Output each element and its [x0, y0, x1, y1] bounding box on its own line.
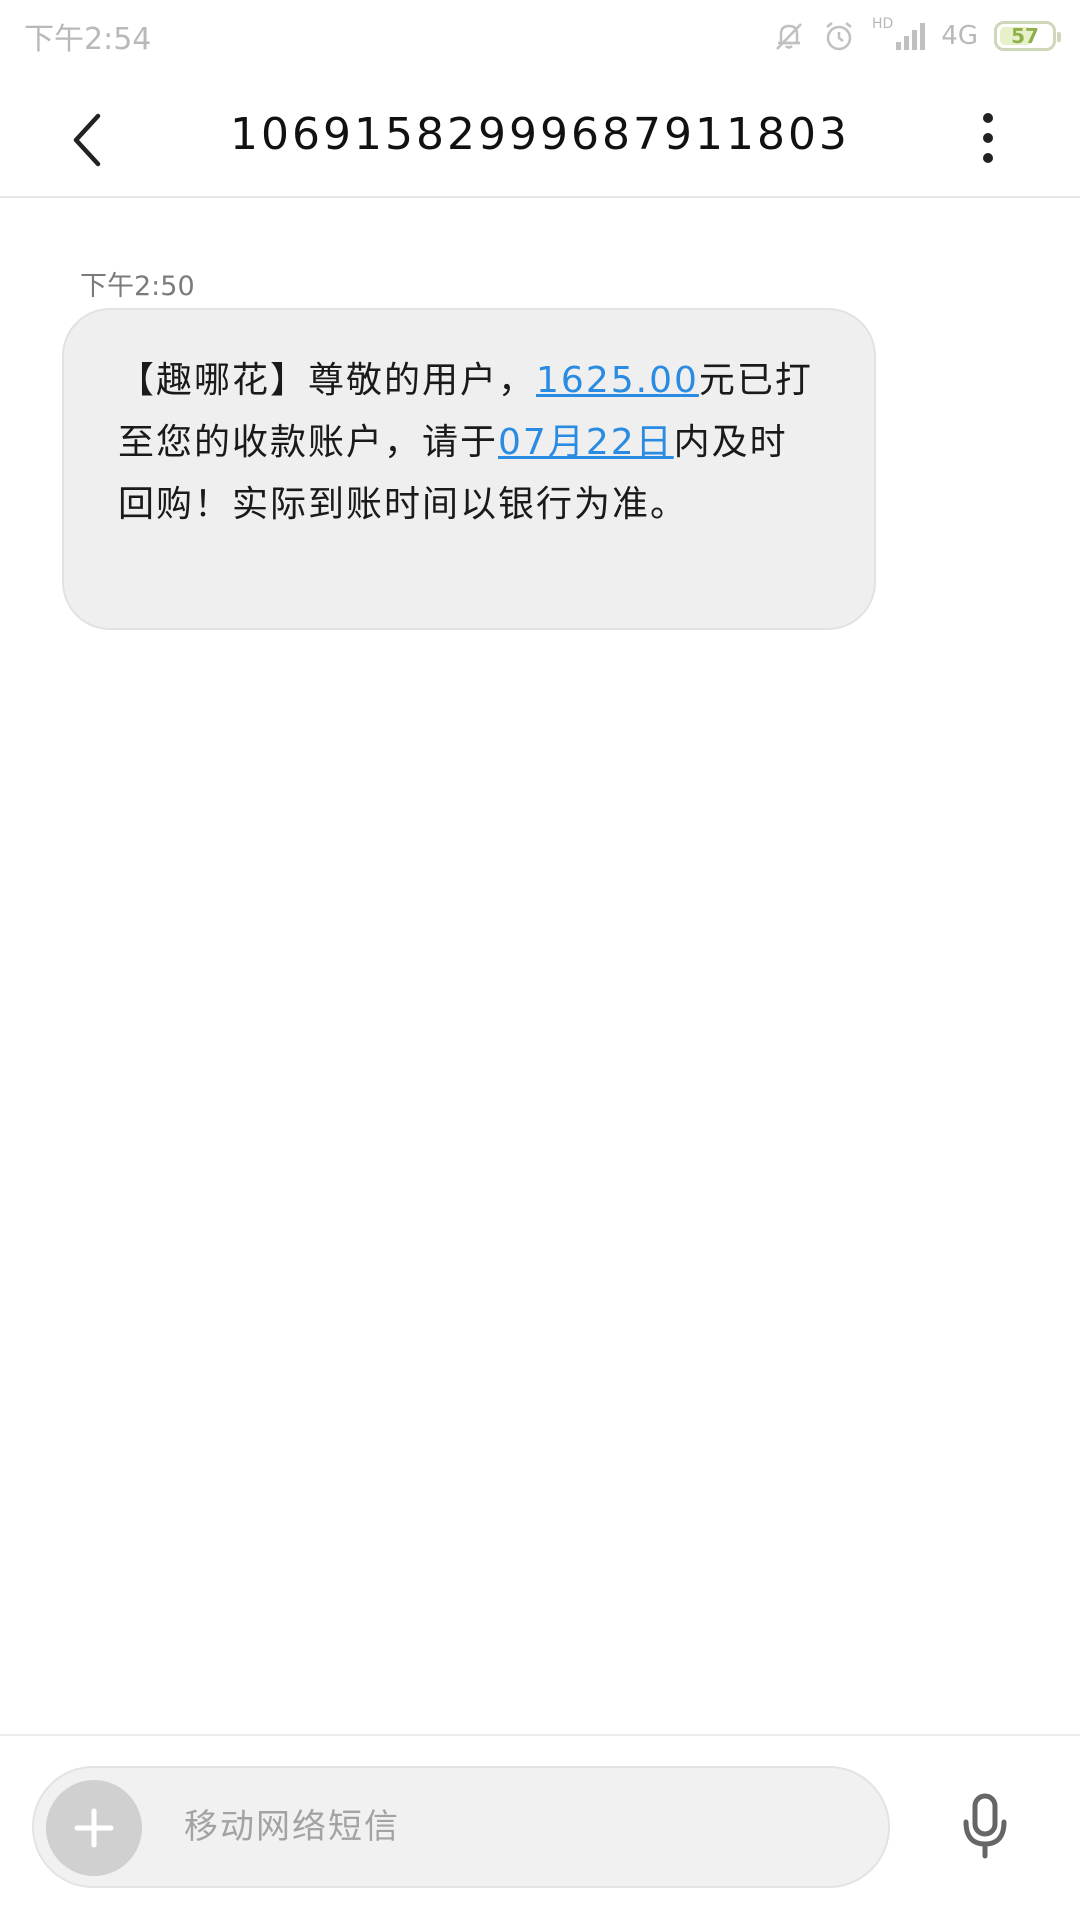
amount-link[interactable]: 1625.00 [536, 360, 699, 401]
conversation-title: 106915829996879118​03 [230, 109, 850, 160]
message-text-intro: 【趣哪花】尊敬的用户， [118, 360, 537, 401]
back-button[interactable] [64, 110, 114, 170]
microphone-icon [963, 1793, 1007, 1859]
message-bubble[interactable]: 【趣哪花】尊敬的用户，1625.00元已打至您的收款账户，请于07月22日内及时… [62, 308, 876, 630]
message-input[interactable] [184, 1768, 858, 1886]
date-link[interactable]: 07月22日 [498, 422, 674, 463]
chevron-left-icon [73, 113, 101, 167]
battery-level: 57 [1011, 24, 1039, 48]
status-time: 下午2:54 [24, 22, 152, 57]
mute-icon [772, 20, 806, 52]
add-attachment-button[interactable] [46, 1780, 142, 1876]
status-bar: 下午2:54 HD 4G 57 [0, 0, 1080, 72]
plus-icon [74, 1808, 114, 1848]
status-icons: HD 4G 57 [772, 16, 1061, 53]
composer-bar [32, 1766, 890, 1888]
message-timestamp: 下午2:50 [80, 271, 195, 302]
more-vertical-icon [983, 113, 993, 163]
voice-input-button[interactable] [958, 1792, 1012, 1860]
composer-divider [0, 1734, 1080, 1736]
signal-icon [895, 22, 926, 50]
battery-icon: 57 [994, 21, 1061, 51]
alarm-icon [822, 19, 856, 53]
network-type: 4G [941, 21, 978, 51]
conversation-header: 106915829996879118​03 [0, 72, 1080, 198]
more-options-button[interactable] [968, 108, 1008, 168]
hd-label: HD [871, 16, 894, 32]
